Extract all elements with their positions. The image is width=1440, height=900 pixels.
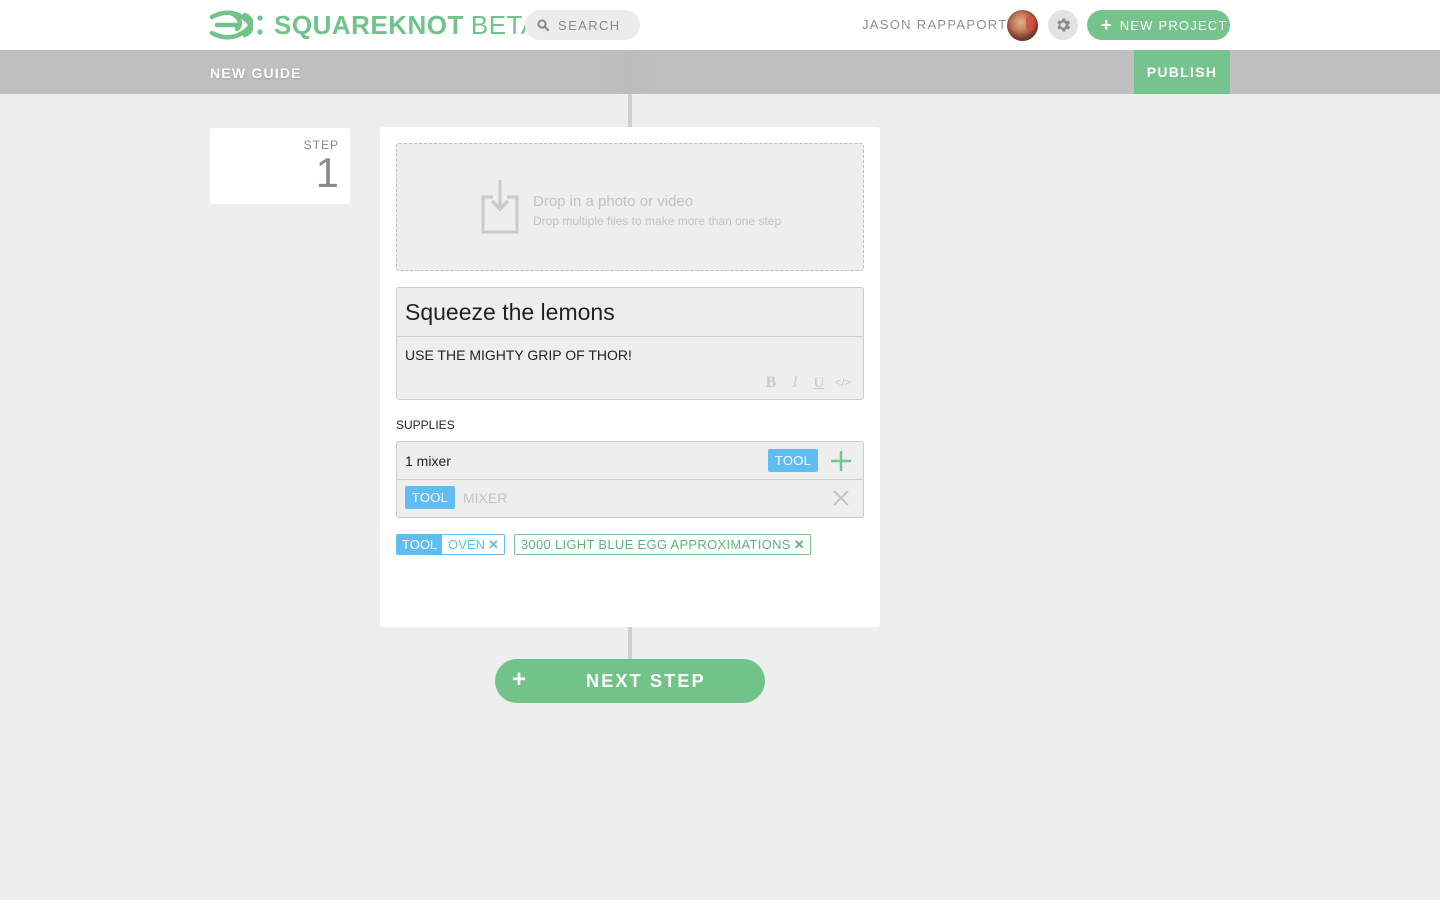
avatar[interactable] — [1007, 10, 1038, 41]
brand-text: SQUAREKNOT — [274, 10, 464, 40]
new-project-button[interactable]: + NEW PROJECT — [1087, 10, 1230, 40]
supplies-editor: TOOL TOOL MIXER — [396, 441, 864, 518]
toolbar-shade — [600, 50, 660, 94]
code-button[interactable]: </> — [831, 374, 855, 392]
add-supply-button[interactable] — [829, 449, 853, 473]
step-number: 1 — [315, 149, 339, 196]
settings-button[interactable] — [1048, 10, 1078, 40]
user-name[interactable]: JASON RAPPAPORT — [862, 17, 1007, 32]
next-step-label: NEXT STEP — [586, 671, 706, 691]
bold-button[interactable]: B — [759, 374, 783, 392]
plus-icon: + — [1101, 15, 1113, 35]
tag-name: 3000 LIGHT BLUE EGG APPROXIMATIONS — [520, 537, 791, 552]
supply-suggestion-row[interactable]: TOOL MIXER — [397, 480, 863, 517]
search-icon — [537, 19, 549, 31]
step-title-input[interactable] — [397, 288, 863, 337]
supply-tag[interactable]: TOOL OVEN ✕ — [396, 534, 505, 555]
dropzone-title: Drop in a photo or video — [533, 193, 694, 210]
step-text-editor: USE THE MIGHTY GRIP OF THOR! B I U </> — [396, 287, 864, 400]
tag-name-wrap: OVEN ✕ — [442, 535, 504, 554]
media-dropzone[interactable]: Drop in a photo or video Drop multiple f… — [396, 143, 864, 271]
publish-button[interactable]: PUBLISH — [1134, 50, 1230, 94]
upload-icon — [481, 180, 519, 234]
supply-input-row: TOOL — [397, 442, 863, 480]
plus-icon — [831, 451, 851, 471]
plus-icon: + — [512, 666, 529, 693]
top-header: SQUAREKNOTBETA JASON RAPPAPORT + NEW PRO… — [0, 0, 1440, 50]
search-box[interactable] — [525, 10, 640, 40]
step-card: Drop in a photo or video Drop multiple f… — [380, 127, 880, 627]
remove-tag-icon[interactable]: ✕ — [488, 535, 499, 554]
tag-type: TOOL — [397, 535, 443, 554]
remove-tag-icon[interactable]: ✕ — [794, 537, 805, 553]
suggestion-type-chip[interactable]: TOOL — [405, 486, 455, 509]
supplies-label: SUPPLIES — [396, 418, 455, 432]
supply-tag[interactable]: 3000 LIGHT BLUE EGG APPROXIMATIONS ✕ — [513, 534, 811, 555]
italic-button[interactable]: I — [783, 374, 807, 392]
logo[interactable]: SQUAREKNOT BETA — [209, 9, 539, 41]
guide-toolbar: NEW GUIDE PUBLISH — [0, 50, 1440, 94]
supply-tags: TOOL OVEN ✕ 3000 LIGHT BLUE EGG APPROXIM… — [396, 534, 811, 555]
supply-input[interactable] — [405, 451, 745, 471]
guide-title[interactable]: NEW GUIDE — [210, 65, 302, 81]
close-icon — [833, 490, 849, 506]
new-project-label: NEW PROJECT — [1119, 17, 1228, 33]
gear-icon — [1057, 18, 1071, 32]
underline-button[interactable]: U — [807, 374, 831, 392]
step-connector-line — [628, 94, 632, 127]
dropzone-subtitle: Drop multiple files to make more than on… — [533, 214, 782, 228]
supply-type-toggle[interactable]: TOOL — [768, 449, 818, 472]
step-connector-line — [628, 627, 632, 660]
next-step-button[interactable]: + NEXT STEP — [495, 659, 765, 703]
square-knot-logo-icon — [209, 10, 263, 40]
format-toolbar: B I U </> — [759, 374, 855, 392]
search-input[interactable] — [558, 17, 638, 33]
step-description-input[interactable]: USE THE MIGHTY GRIP OF THOR! — [405, 347, 632, 363]
step-number-badge: STEP 1 — [210, 128, 350, 204]
brand-name: SQUAREKNOT BETA — [274, 9, 539, 41]
tag-name: OVEN — [448, 537, 486, 552]
suggestion-text[interactable]: MIXER — [463, 490, 507, 506]
remove-suggestion-button[interactable] — [831, 489, 851, 509]
